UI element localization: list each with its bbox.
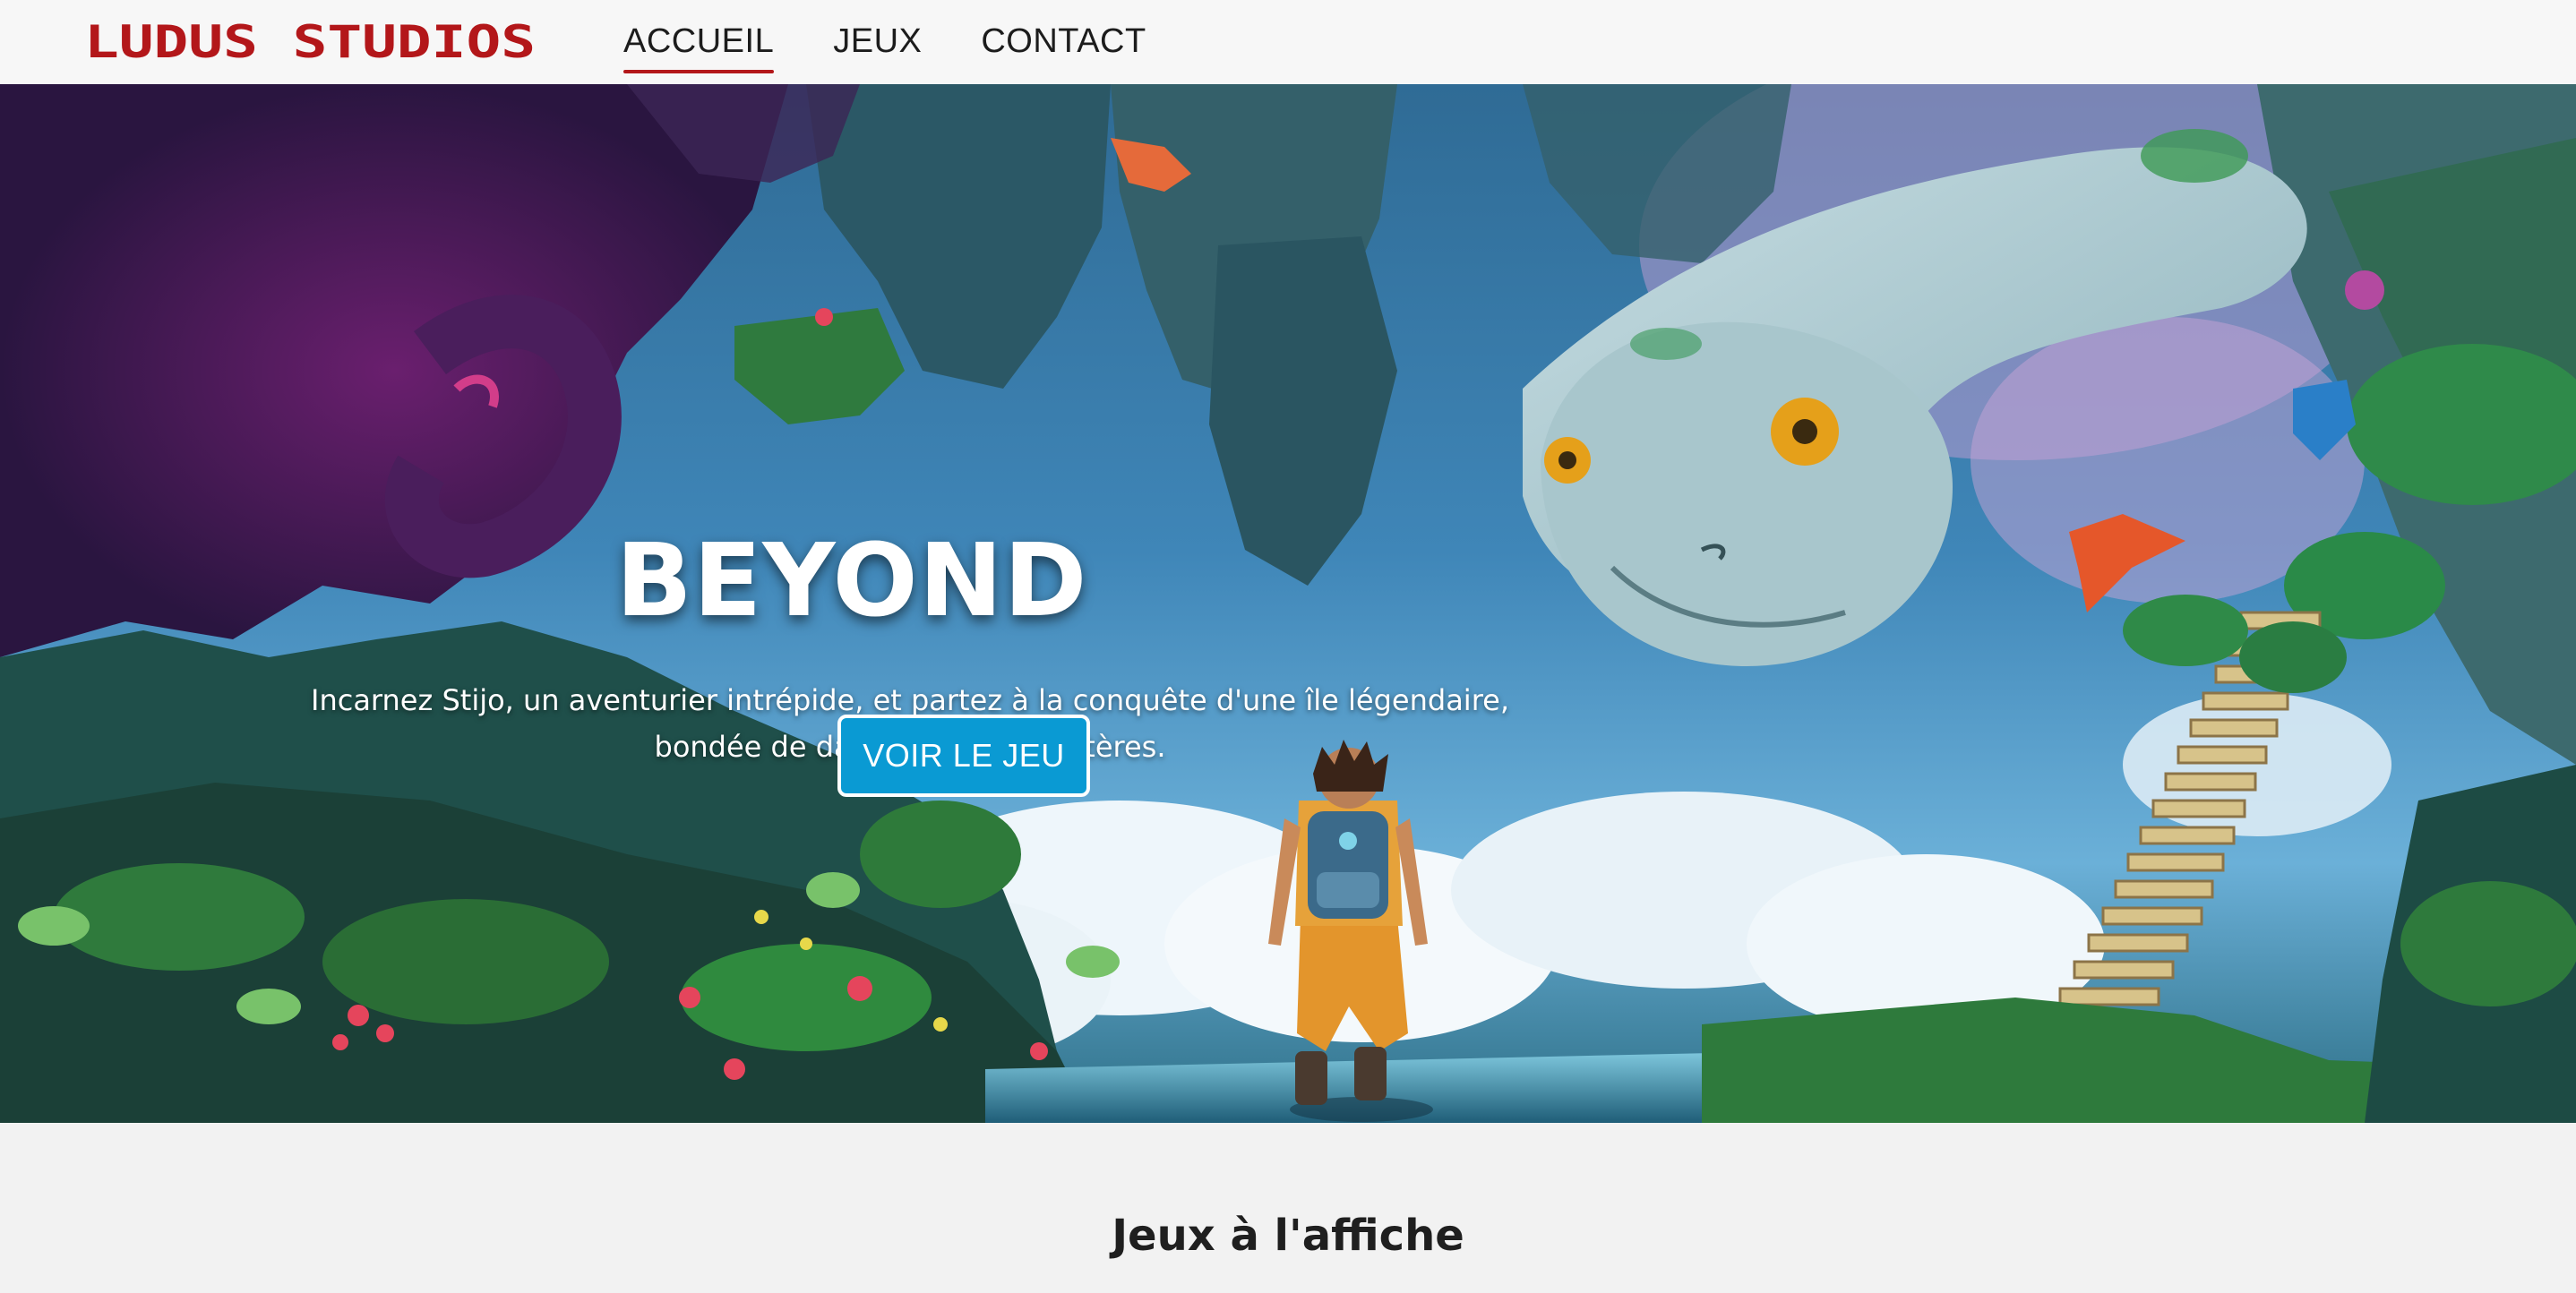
nav-item-jeux[interactable]: JEUX [833,22,922,63]
ludus-studios-logo[interactable]: LUDUS STUDIOS [84,14,539,66]
featured-games-section: Jeux à l'affiche [0,1123,2576,1293]
featured-section-title: Jeux à l'affiche [1112,1211,1464,1261]
svg-text:LUDUS STUDIOS: LUDUS STUDIOS [84,16,536,66]
nav-item-accueil[interactable]: ACCUEIL [623,22,775,73]
hero-title: BEYOND [615,523,1088,639]
see-game-button[interactable]: VOIR LE JEU [837,715,1090,797]
nav-item-contact[interactable]: CONTACT [981,22,1146,63]
hero-banner: BEYOND Incarnez Stijo, un aventurier int… [0,84,2576,1123]
top-navbar: LUDUS STUDIOS ACCUEIL JEUX CONTACT [0,0,2576,84]
main-nav: ACCUEIL JEUX CONTACT [623,0,1146,84]
